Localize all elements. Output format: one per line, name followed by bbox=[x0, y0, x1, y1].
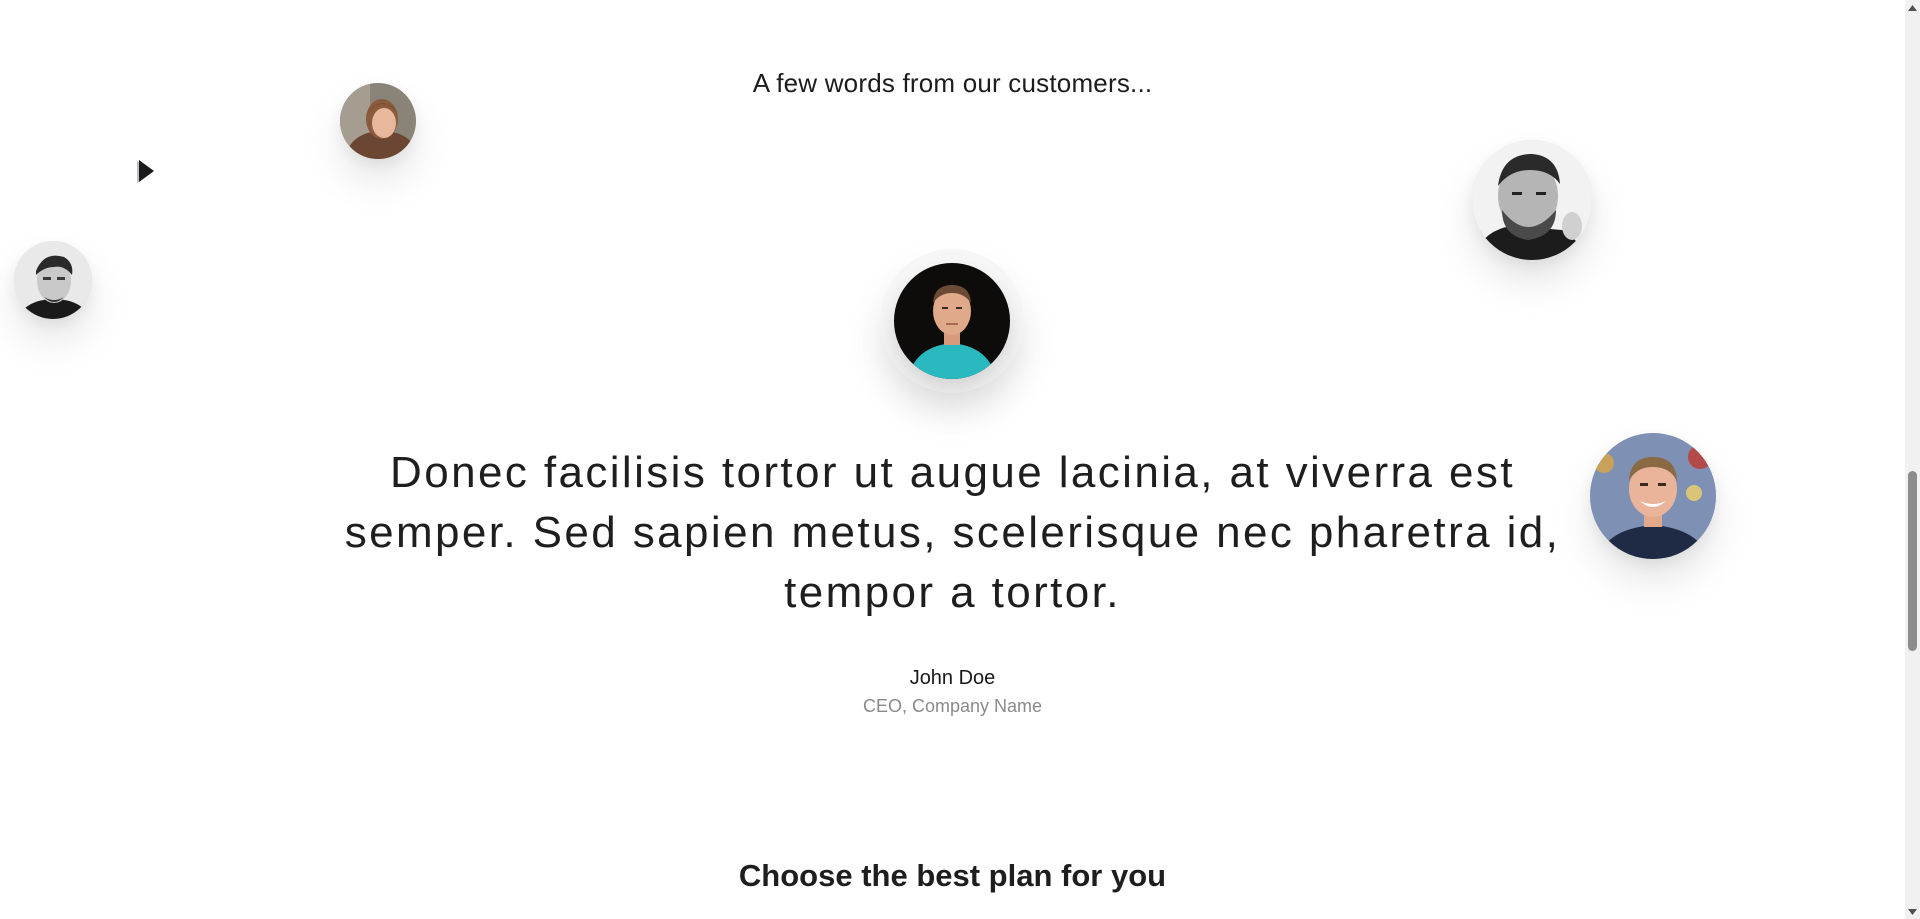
customer-photo-smiling-man bbox=[1590, 433, 1716, 559]
customer-photo-bearded-man bbox=[1472, 140, 1592, 260]
customer-avatar-smiling-man[interactable] bbox=[1590, 433, 1716, 559]
testimonials-section: A few words from our customers... Donec … bbox=[0, 0, 1905, 919]
customer-avatar-man-left[interactable] bbox=[14, 241, 92, 319]
customer-photo-woman bbox=[340, 83, 416, 159]
pricing-heading: Choose the best plan for you bbox=[738, 858, 1167, 893]
scrollbar-thumb[interactable] bbox=[1908, 471, 1917, 651]
customer-avatar-bearded-man[interactable] bbox=[1472, 140, 1592, 260]
customer-photo-man-left bbox=[14, 241, 92, 319]
page: A few words from our customers... Donec … bbox=[0, 0, 1920, 919]
scroll-up-arrow-icon[interactable] bbox=[1905, 0, 1920, 15]
testimonial-quote: Donec facilisis tortor ut augue lacinia,… bbox=[344, 448, 1561, 617]
featured-customer-avatar[interactable] bbox=[894, 263, 1010, 379]
scroll-down-arrow-icon[interactable] bbox=[1905, 904, 1920, 919]
play-cursor-icon bbox=[135, 158, 157, 184]
featured-customer-photo bbox=[894, 263, 1010, 379]
vertical-scrollbar[interactable] bbox=[1905, 0, 1920, 919]
testimonials-heading: A few words from our customers... bbox=[752, 68, 1153, 98]
testimonial-author-role: CEO, Company Name bbox=[862, 696, 1043, 716]
customer-avatar-woman[interactable] bbox=[340, 83, 416, 159]
testimonial-author-name: John Doe bbox=[909, 667, 996, 689]
